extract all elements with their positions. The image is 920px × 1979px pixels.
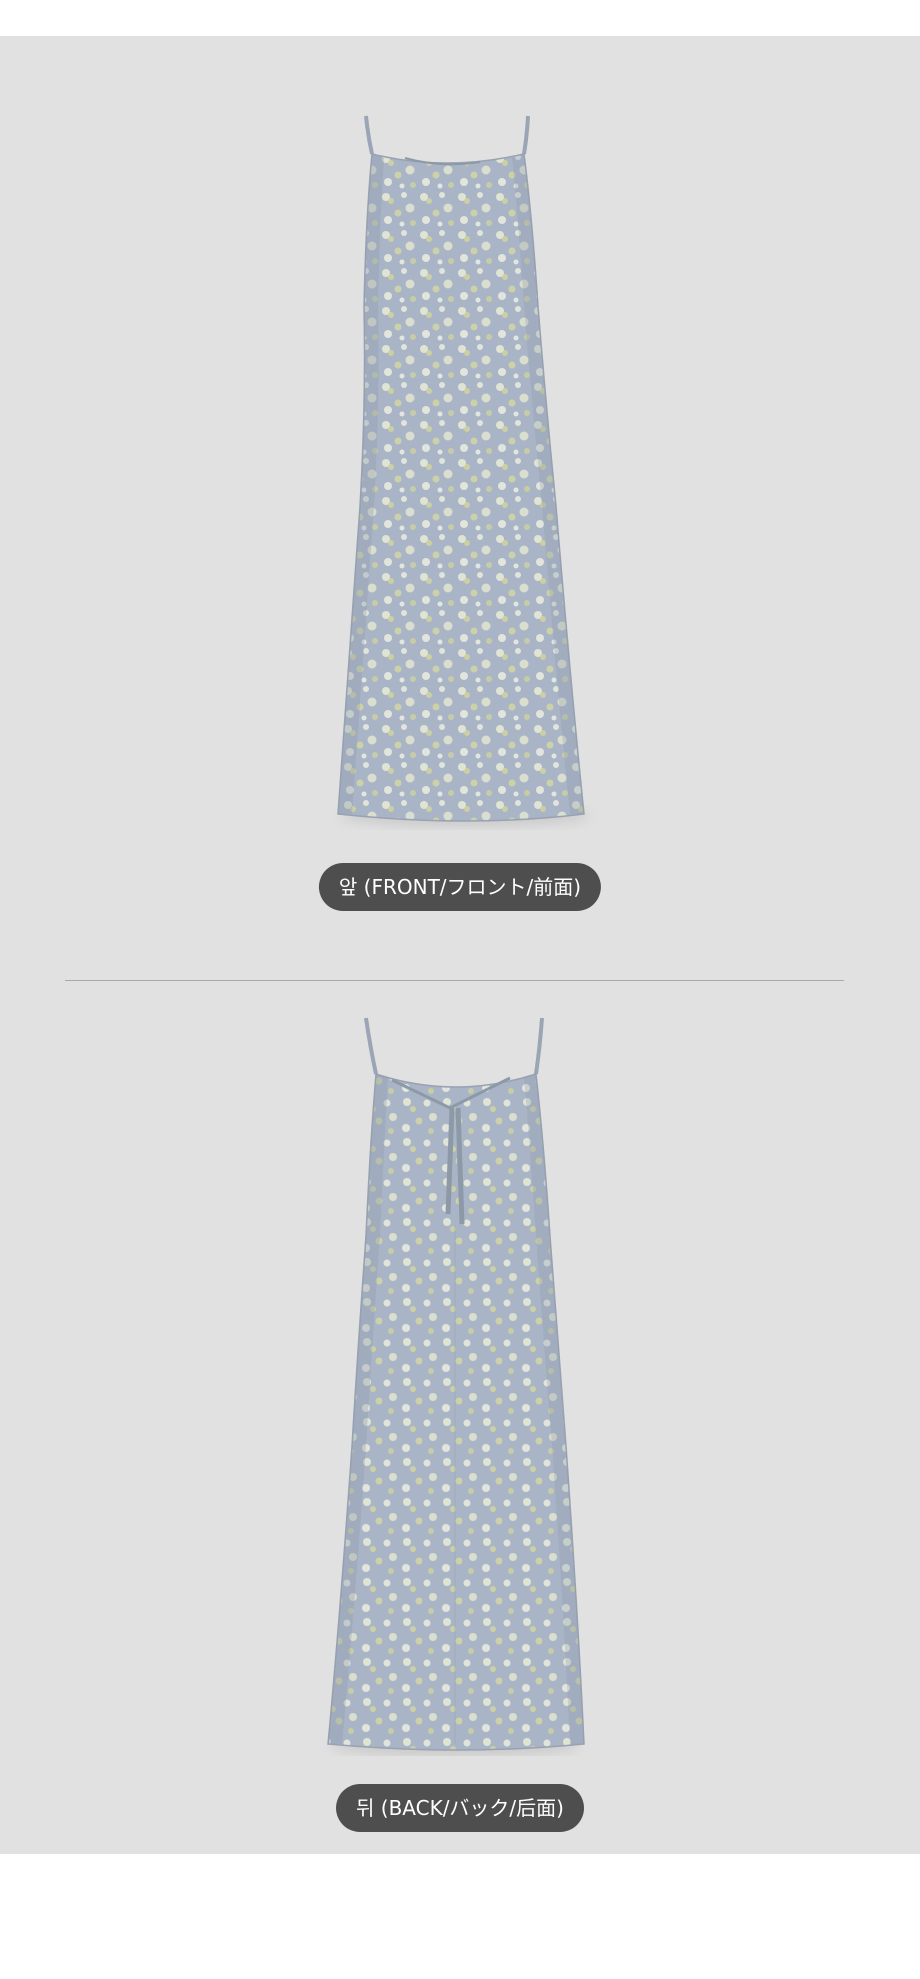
back-view-label: 뒤 (BACK/バック/后面): [336, 1784, 584, 1832]
front-view-label: 앞 (FRONT/フロント/前面): [318, 863, 602, 911]
dress-back-image: [0, 976, 920, 1756]
dress-front-image: [0, 76, 920, 836]
product-detail-panel: 앞 (FRONT/フロント/前面) 뒤 (BACK/バック/后面): [0, 36, 920, 1854]
dress-front-photo-icon: [337, 115, 590, 826]
dress-back-photo-icon: [327, 1017, 585, 1756]
